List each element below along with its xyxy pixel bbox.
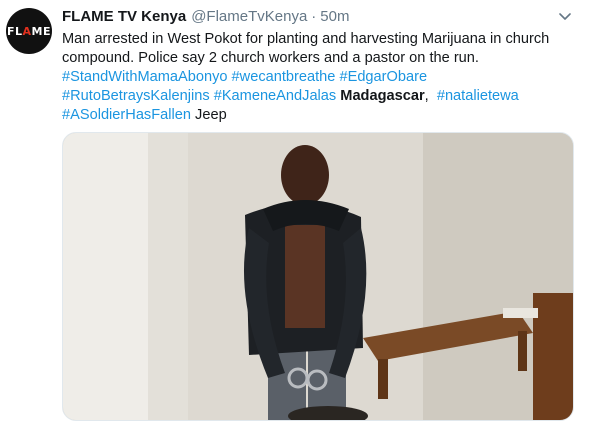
photo-illustration: [63, 133, 573, 420]
hashtag-link[interactable]: #StandWithMamaAbonyo: [62, 69, 227, 85]
hashtag-link[interactable]: #KameneAndJalas: [214, 88, 337, 104]
trailing-word: Jeep: [195, 107, 227, 123]
comma: ,: [424, 88, 429, 104]
tweet-header: FLAME TV Kenya @FlameTvKenya · 50m: [62, 8, 349, 28]
avatar[interactable]: FLAME: [6, 8, 52, 54]
timestamp[interactable]: 50m: [320, 8, 349, 25]
tweet-line-1: Man arrested in West Pokot for planting …: [62, 31, 550, 47]
tweet[interactable]: FLAME FLAME TV Kenya @FlameTvKenya · 50m…: [0, 0, 610, 426]
hashtag-link[interactable]: #ASoldierHasFallen: [62, 107, 191, 123]
hashtag-link[interactable]: #natalietewa: [437, 88, 519, 104]
tweet-line-4: #RutoBetraysKalenjins #KameneAndJalas Ma…: [62, 87, 582, 106]
more-options-caret[interactable]: [558, 10, 572, 24]
avatar-logo: FLAME: [6, 24, 51, 38]
separator: ·: [311, 8, 317, 25]
tweet-line-2: compound. Police say 2 church workers an…: [62, 50, 479, 66]
bold-word: Madagascar: [340, 88, 425, 104]
user-handle[interactable]: @FlameTvKenya: [191, 8, 307, 25]
tweet-text: Man arrested in West Pokot for planting …: [62, 30, 582, 125]
hashtag-link[interactable]: #wecantbreathe: [232, 69, 336, 85]
tweet-photo[interactable]: [62, 132, 574, 421]
tweet-line-5: #ASoldierHasFallen Jeep: [62, 106, 582, 125]
hashtag-link[interactable]: #RutoBetraysKalenjins: [62, 88, 210, 104]
hashtag-link[interactable]: #EdgarObare: [339, 69, 427, 85]
display-name[interactable]: FLAME TV Kenya: [62, 8, 186, 25]
chevron-down-icon: [559, 13, 571, 20]
tweet-line-3: #StandWithMamaAbonyo #wecantbreathe #Edg…: [62, 68, 582, 87]
